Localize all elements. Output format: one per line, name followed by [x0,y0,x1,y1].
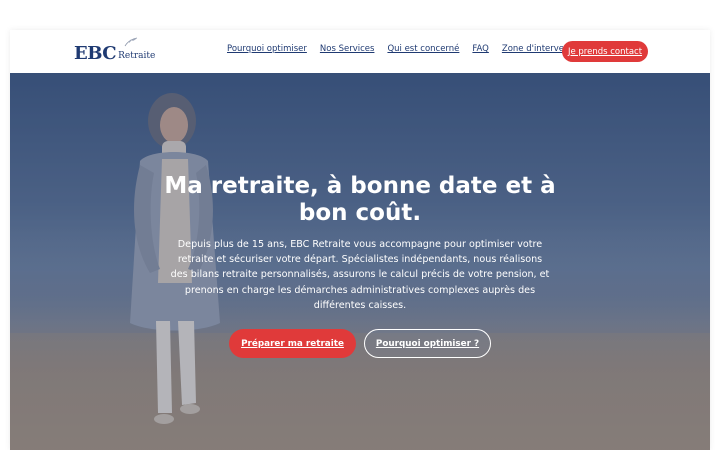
page-frame: EBC Retraite Pourquoi optimiser Nos Serv… [10,30,710,450]
hero-description: Depuis plus de 15 ans, EBC Retraite vous… [170,239,550,311]
nav-link-faq[interactable]: FAQ [472,44,488,54]
hero-section: Ma retraite, à bonne date et à bon coût.… [10,73,710,450]
logo-subtitle: Retraite [118,51,156,61]
main-nav: Pourquoi optimiser Nos Services Qui est … [227,42,586,56]
prepare-retirement-button[interactable]: Préparer ma retraite [229,329,356,358]
nav-link-pourquoi-optimiser[interactable]: Pourquoi optimiser [227,44,307,54]
why-optimize-button[interactable]: Pourquoi optimiser ? [364,329,491,358]
nav-link-qui-est-concerne[interactable]: Qui est concerné [387,44,459,54]
hero-title: Ma retraite, à bonne date et à bon coût. [10,173,710,227]
hero-title-line-1: Ma retraite, à bonne date et à [164,173,556,199]
hero-title-line-2: bon coût. [298,200,422,226]
site-header: EBC Retraite Pourquoi optimiser Nos Serv… [10,30,710,73]
contact-button[interactable]: Je prends contact [562,41,648,62]
logo-brand: EBC [74,43,117,64]
leaf-icon [124,37,138,47]
logo[interactable]: EBC Retraite [74,37,156,64]
nav-link-nos-services[interactable]: Nos Services [320,44,375,54]
